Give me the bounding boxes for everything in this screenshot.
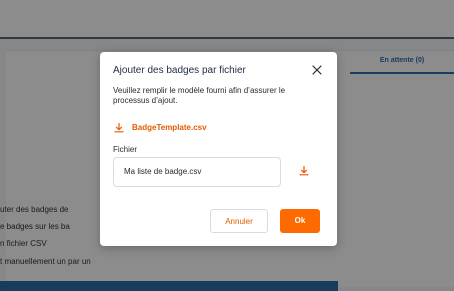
file-input-value: Ma liste de badge.csv — [124, 167, 202, 176]
file-field-label: Fichier — [113, 145, 138, 154]
close-button[interactable] — [310, 62, 324, 76]
file-input[interactable]: Ma liste de badge.csv — [113, 157, 281, 187]
close-icon — [312, 60, 322, 79]
modal-title: Ajouter des badges par fichier — [113, 65, 246, 76]
file-upload-button[interactable] — [289, 157, 319, 185]
cancel-button[interactable]: Annuler — [210, 209, 268, 233]
template-filename[interactable]: BadgeTemplate.csv — [132, 123, 207, 133]
download-icon — [113, 119, 125, 138]
download-icon — [298, 162, 310, 181]
ok-button[interactable]: Ok — [280, 209, 320, 233]
modal-description: Veuillez remplir le modèle fourni afin d… — [113, 86, 286, 105]
add-badges-by-file-modal: Ajouter des badges par fichier Veuillez … — [100, 52, 337, 246]
template-download-link[interactable]: BadgeTemplate.csv — [113, 122, 207, 134]
